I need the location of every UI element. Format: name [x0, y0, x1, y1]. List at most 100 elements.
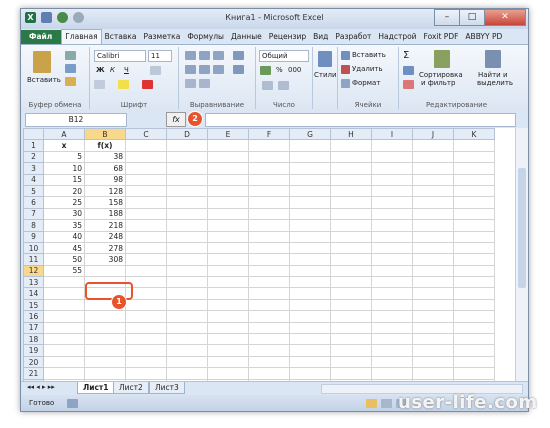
cell[interactable] [125, 264, 167, 278]
cell[interactable] [371, 321, 413, 335]
cell[interactable] [289, 219, 331, 232]
cell[interactable] [453, 344, 495, 357]
sort-filter-button[interactable]: Сортировка [419, 71, 463, 79]
decrease-decimal-icon[interactable] [278, 81, 289, 90]
cell[interactable] [330, 184, 372, 198]
row-header[interactable]: 11 [23, 253, 44, 266]
cell[interactable] [248, 367, 290, 380]
cell-b[interactable]: 98 [84, 173, 126, 186]
cell[interactable] [248, 355, 290, 369]
styles-button[interactable]: Стили [314, 71, 337, 79]
merge-icon[interactable] [233, 65, 244, 74]
cell[interactable] [125, 241, 167, 255]
cell[interactable] [248, 162, 290, 175]
paste-button[interactable]: Вставить [27, 76, 61, 84]
cell[interactable] [289, 310, 331, 323]
align-left-icon[interactable] [185, 65, 196, 74]
cell[interactable] [248, 344, 290, 357]
cell[interactable] [207, 219, 249, 232]
cell[interactable] [453, 333, 495, 346]
cell[interactable] [248, 219, 290, 232]
cell[interactable] [248, 298, 290, 312]
cell[interactable] [248, 333, 290, 346]
cell[interactable] [166, 333, 208, 346]
cell[interactable] [207, 196, 249, 209]
cell[interactable] [207, 150, 249, 164]
cell[interactable] [289, 264, 331, 278]
minimize-button[interactable]: – [434, 9, 460, 26]
cell[interactable] [248, 207, 290, 221]
cell[interactable] [125, 344, 167, 357]
delete-cells-button[interactable]: Удалить [352, 65, 383, 73]
currency-icon[interactable] [260, 66, 271, 75]
cell[interactable] [453, 150, 495, 164]
cell[interactable] [125, 298, 167, 312]
row-header[interactable]: 17 [23, 321, 44, 335]
cell[interactable] [248, 173, 290, 186]
cell[interactable] [330, 321, 372, 335]
cell-a[interactable]: 45 [43, 241, 85, 255]
cell[interactable] [412, 344, 454, 357]
tab-5[interactable]: Данные [228, 30, 266, 44]
borders-icon[interactable] [94, 80, 105, 89]
column-header-D[interactable]: D [166, 128, 208, 141]
underline-button[interactable]: Ч [124, 66, 129, 74]
cell[interactable] [289, 321, 331, 335]
cell[interactable] [453, 355, 495, 369]
row-header[interactable]: 14 [23, 287, 44, 300]
cell[interactable] [453, 139, 495, 152]
cell-a[interactable]: 50 [43, 253, 85, 266]
cell[interactable] [166, 230, 208, 243]
cell[interactable] [412, 253, 454, 266]
cell-a[interactable] [43, 276, 85, 289]
cell[interactable] [330, 139, 372, 152]
cell[interactable] [125, 162, 167, 175]
cell[interactable] [330, 310, 372, 323]
insert-function-button[interactable]: fx [166, 112, 186, 127]
cell[interactable] [371, 241, 413, 255]
cell[interactable] [412, 139, 454, 152]
row-header[interactable]: 9 [23, 230, 44, 243]
row-header[interactable]: 15 [23, 298, 44, 312]
cell[interactable] [125, 367, 167, 380]
fill-icon[interactable] [403, 66, 414, 75]
cell[interactable] [412, 264, 454, 278]
cell-a[interactable] [43, 287, 85, 300]
find-select-button-line2[interactable]: выделить [477, 79, 513, 87]
cell[interactable] [207, 162, 249, 175]
cell[interactable] [289, 367, 331, 380]
cell-b[interactable] [84, 333, 126, 346]
align-center-icon[interactable] [199, 65, 210, 74]
cell[interactable] [453, 264, 495, 278]
cell-a[interactable] [43, 355, 85, 369]
cell-a[interactable] [43, 321, 85, 335]
cell-a[interactable]: 20 [43, 184, 85, 198]
cell[interactable] [330, 344, 372, 357]
cell-a[interactable]: 30 [43, 207, 85, 221]
column-header-A[interactable]: A [43, 128, 85, 141]
cell-a[interactable]: 25 [43, 196, 85, 209]
cell[interactable] [453, 287, 495, 300]
cell[interactable] [412, 241, 454, 255]
tab-11[interactable]: ABBYY PD [462, 30, 506, 44]
cell[interactable] [330, 298, 372, 312]
cell[interactable] [207, 344, 249, 357]
name-box[interactable]: B12 [25, 113, 127, 127]
increase-decimal-icon[interactable] [262, 81, 273, 90]
cell[interactable] [248, 253, 290, 266]
cell[interactable] [166, 344, 208, 357]
column-header-J[interactable]: J [412, 128, 454, 141]
find-select-button[interactable]: Найти и [478, 71, 508, 79]
row-header[interactable]: 4 [23, 173, 44, 186]
tab-0[interactable]: Файл [21, 30, 62, 44]
cell[interactable] [207, 321, 249, 335]
cell[interactable] [166, 207, 208, 221]
font-name-select[interactable]: Calibri [94, 50, 146, 62]
cell[interactable] [166, 253, 208, 266]
cell[interactable] [330, 230, 372, 243]
column-header-G[interactable]: G [289, 128, 331, 141]
cell[interactable] [371, 344, 413, 357]
cell[interactable] [289, 230, 331, 243]
cell[interactable] [289, 355, 331, 369]
cell[interactable] [289, 184, 331, 198]
